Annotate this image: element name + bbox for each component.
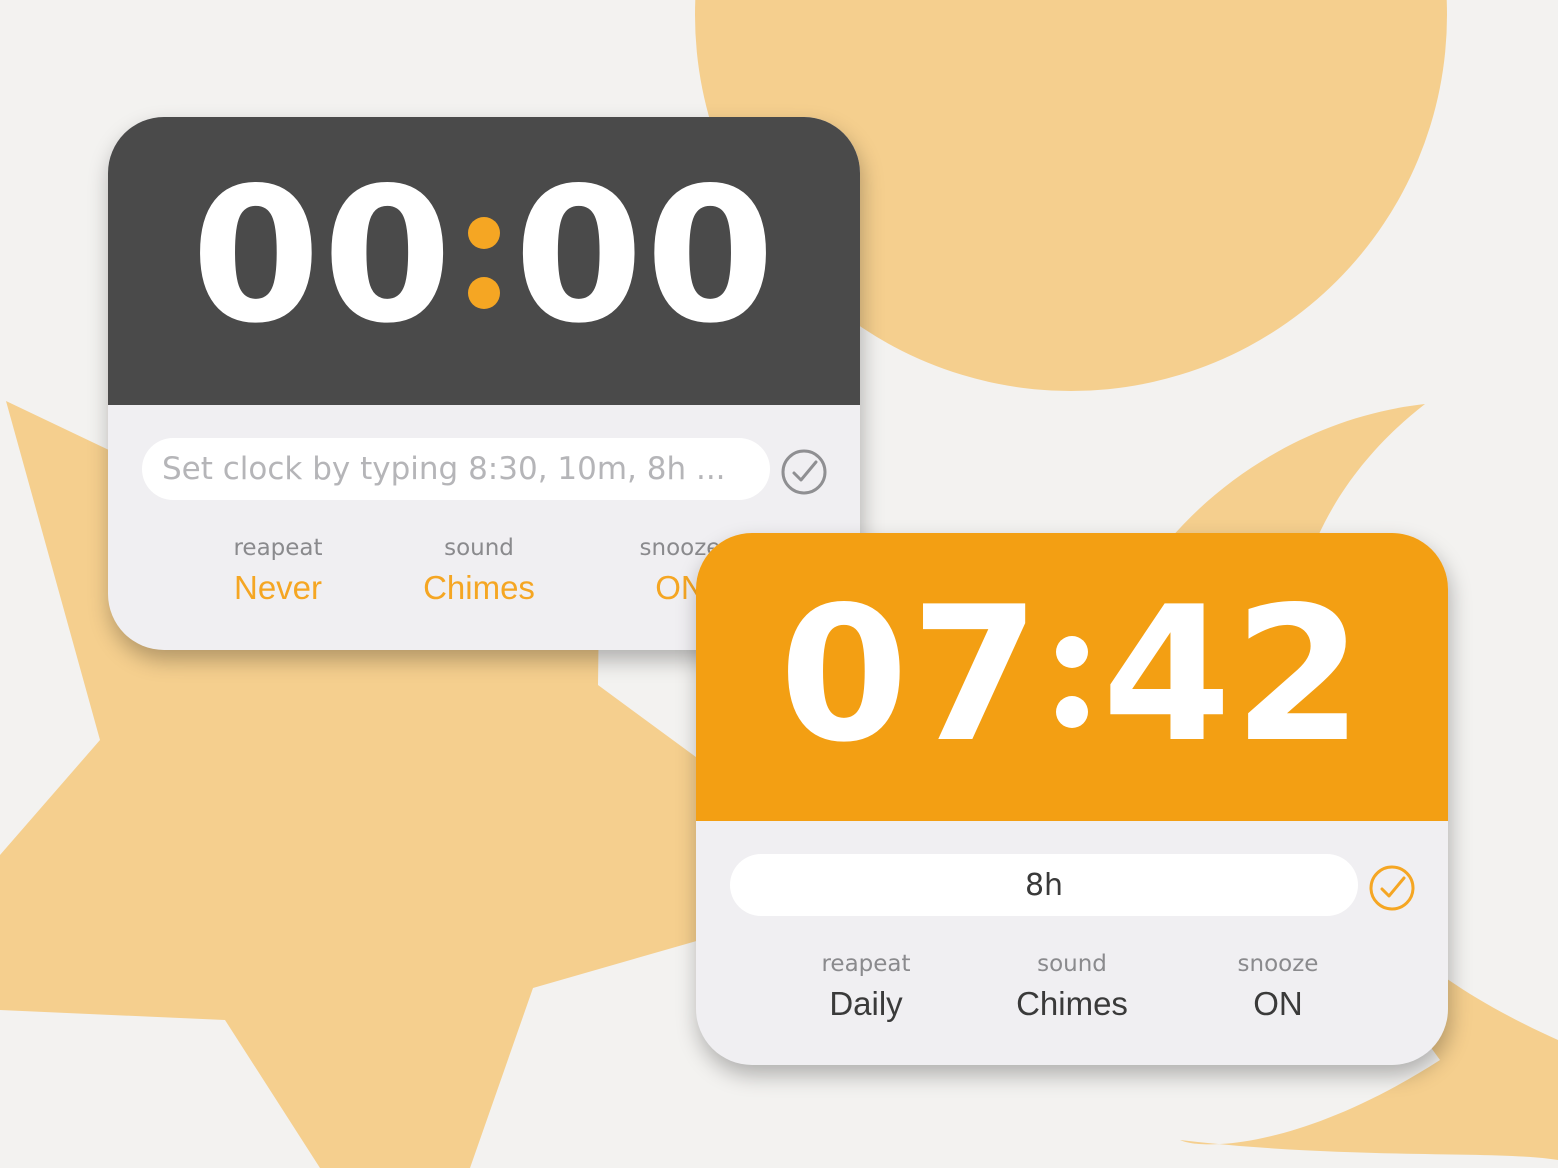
setting-snooze[interactable]: snooze ON: [1198, 951, 1358, 1023]
setting-label: sound: [444, 535, 514, 561]
time-digits: 00 00: [191, 163, 777, 349]
time-digits: 07 42: [779, 582, 1365, 768]
setting-repeat[interactable]: reapeat Never: [198, 535, 358, 607]
setting-value: ON: [1253, 985, 1303, 1022]
setting-label: reapeat: [821, 951, 911, 977]
time-input[interactable]: Set clock by typing 8:30, 10m, 8h ...: [142, 438, 770, 500]
time-input-row: 8h: [696, 821, 1448, 941]
hours-digits: 07: [779, 566, 1042, 783]
setting-value: Daily: [829, 985, 903, 1022]
colon-separator: [458, 193, 510, 333]
setting-label: reapeat: [233, 535, 323, 561]
setting-value: Chimes: [423, 569, 535, 606]
time-display: 07 42: [696, 533, 1448, 821]
hours-digits: 00: [191, 147, 454, 364]
time-input-row: Set clock by typing 8:30, 10m, 8h ...: [108, 405, 860, 525]
setting-sound[interactable]: sound Chimes: [992, 951, 1152, 1023]
check-circle-icon[interactable]: [1368, 864, 1416, 912]
check-circle-icon[interactable]: [780, 448, 828, 496]
minutes-digits: 42: [1102, 566, 1365, 783]
setting-value: Never: [233, 569, 323, 606]
time-display: 00 00: [108, 117, 860, 405]
setting-sound[interactable]: sound Chimes: [399, 535, 559, 607]
minutes-digits: 00: [514, 147, 777, 364]
setting-value: Chimes: [1016, 985, 1128, 1022]
setting-repeat[interactable]: reapeat Daily: [786, 951, 946, 1023]
setting-label: sound: [1037, 951, 1107, 977]
clock-card-set: 07 42 8h reapeat Daily sound Chimes snooz…: [696, 533, 1448, 1065]
colon-separator: [1046, 612, 1098, 752]
setting-label: snooze: [1237, 951, 1319, 977]
time-input[interactable]: 8h: [730, 854, 1358, 916]
alarm-settings: reapeat Daily sound Chimes snooze ON: [696, 951, 1448, 1023]
